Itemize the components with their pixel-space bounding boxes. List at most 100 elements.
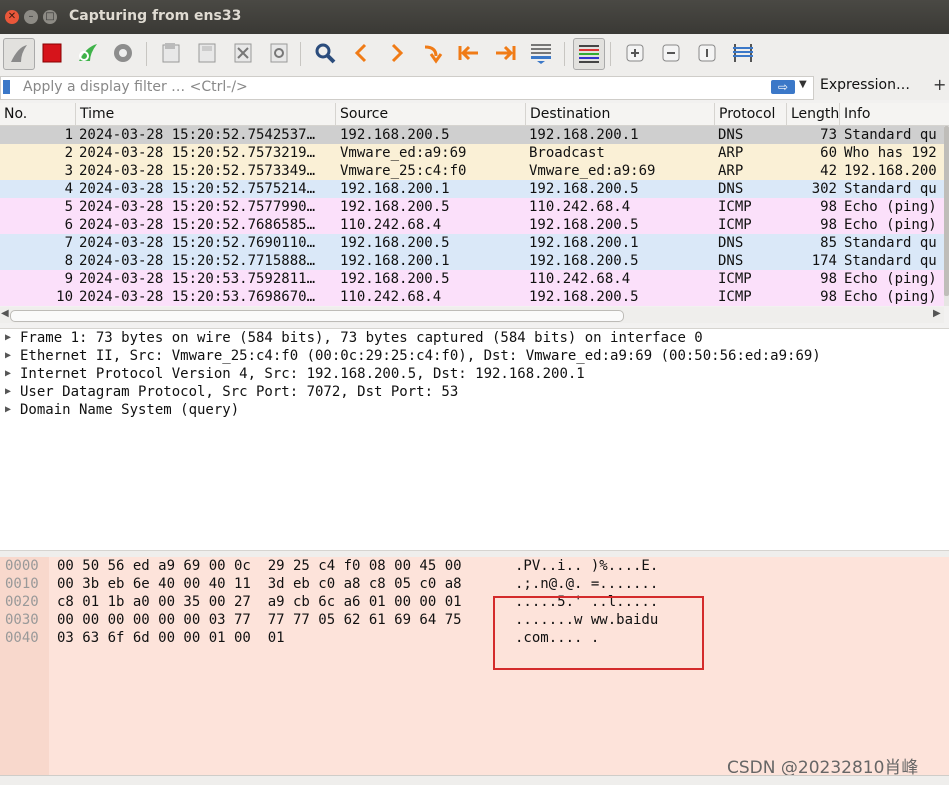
close-file-icon[interactable] <box>228 38 258 68</box>
packet-row[interactable]: 8 2024-03-28 15:20:52.7715888… 192.168.200… <box>0 252 944 270</box>
column-header-info[interactable]: Info <box>840 103 949 125</box>
close-icon[interactable]: ✕ <box>5 10 19 24</box>
detail-label: Internet Protocol Version 4, Src: 192.16… <box>20 366 585 382</box>
ascii-bytes[interactable]: .;.n@.@. =....... <box>515 575 658 593</box>
shark-fin-start-icon[interactable] <box>3 38 35 70</box>
toolbar-separator <box>564 42 565 66</box>
packet-source-cell: Vmware_ed:a9:69 <box>340 145 467 161</box>
apply-filter-arrow-icon[interactable]: ⇨ <box>771 80 795 94</box>
packet-row[interactable]: 4 2024-03-28 15:20:52.7575214… 192.168.200… <box>0 180 944 198</box>
expression-button[interactable]: Expression… <box>820 77 910 93</box>
auto-scroll-icon[interactable] <box>526 38 556 68</box>
toolbar-separator <box>300 42 301 66</box>
packet-row[interactable]: 3 2024-03-28 15:20:52.7573349… Vmware_25:c… <box>0 162 944 180</box>
display-filter-input[interactable]: Apply a display filter … <Ctrl-/> ⇨ ▼ <box>0 76 814 100</box>
expand-arrow-icon[interactable]: ▶ <box>5 329 11 347</box>
packet-protocol-cell: DNS <box>718 235 744 251</box>
scroll-right-icon[interactable]: ▶ <box>933 308 941 319</box>
packet-no-cell: 5 <box>64 199 73 215</box>
packet-bytes-pane: 0000 00 50 56 ed a9 69 00 0c 29 25 c4 f0 … <box>0 557 949 775</box>
packet-time-cell: 2024-03-28 15:20:52.7577990… <box>79 199 316 215</box>
expand-arrow-icon[interactable]: ▶ <box>5 401 11 419</box>
reload-file-icon[interactable] <box>264 38 294 68</box>
packet-protocol-cell: DNS <box>718 127 744 143</box>
byte-offset[interactable]: 0040 <box>5 629 39 647</box>
packet-info-cell: Echo (ping) <box>844 271 937 287</box>
packet-row[interactable]: 5 2024-03-28 15:20:52.7577990… 192.168.200… <box>0 198 944 216</box>
find-packet-icon[interactable] <box>310 38 340 68</box>
scrollbar-thumb[interactable] <box>10 310 624 322</box>
chevron-down-icon[interactable]: ▼ <box>799 79 807 90</box>
byte-offset[interactable]: 0010 <box>5 575 39 593</box>
column-header-source[interactable]: Source <box>336 103 526 125</box>
go-back-icon[interactable] <box>346 38 376 68</box>
packet-row[interactable]: 1 2024-03-28 15:20:52.7542537… 192.168.200… <box>0 126 944 144</box>
resize-columns-icon[interactable] <box>728 38 758 68</box>
title-bar: ✕ – □ Capturing from ens33 <box>0 0 949 34</box>
main-toolbar <box>0 34 949 75</box>
zoom-in-icon[interactable] <box>620 38 650 68</box>
stop-capture-icon[interactable] <box>37 38 67 68</box>
packet-no-cell: 8 <box>64 253 73 269</box>
packet-info-cell: Standard qu <box>844 235 937 251</box>
expand-arrow-icon[interactable]: ▶ <box>5 365 11 383</box>
packet-list[interactable]: 1 2024-03-28 15:20:52.7542537… 192.168.200… <box>0 126 944 306</box>
packet-time-cell: 2024-03-28 15:20:53.7698670… <box>79 289 316 305</box>
column-header-no[interactable]: No. <box>0 103 76 125</box>
packet-row[interactable]: 2 2024-03-28 15:20:52.7573219… Vmware_ed:a… <box>0 144 944 162</box>
maximize-icon[interactable]: □ <box>43 10 57 24</box>
detail-tree-item[interactable]: ▶ Internet Protocol Version 4, Src: 192.1… <box>0 365 949 383</box>
detail-label: User Datagram Protocol, Src Port: 7072, … <box>20 384 459 400</box>
packet-destination-cell: 192.168.200.5 <box>529 217 639 233</box>
column-header-protocol[interactable]: Protocol <box>715 103 787 125</box>
last-packet-icon[interactable] <box>490 38 520 68</box>
minimize-icon[interactable]: – <box>24 10 38 24</box>
packet-time-cell: 2024-03-28 15:20:53.7592811… <box>79 271 316 287</box>
detail-label: Frame 1: 73 bytes on wire (584 bits), 73… <box>20 330 703 346</box>
byte-offset[interactable]: 0000 <box>5 557 39 575</box>
packet-source-cell: 192.168.200.1 <box>340 181 450 197</box>
packet-row[interactable]: 7 2024-03-28 15:20:52.7690110… 192.168.200… <box>0 234 944 252</box>
open-file-icon[interactable] <box>156 38 186 68</box>
packet-row[interactable]: 6 2024-03-28 15:20:52.7686585… 110.242.68.… <box>0 216 944 234</box>
hex-bytes[interactable]: 00 00 00 00 00 00 03 77 77 77 05 62 61 6… <box>57 611 462 629</box>
column-header-time[interactable]: Time <box>76 103 336 125</box>
byte-offset[interactable]: 0030 <box>5 611 39 629</box>
capture-options-icon[interactable] <box>108 38 138 68</box>
hex-bytes[interactable]: 00 50 56 ed a9 69 00 0c 29 25 c4 f0 08 0… <box>57 557 462 575</box>
detail-tree-item[interactable]: ▶ User Datagram Protocol, Src Port: 7072,… <box>0 383 949 401</box>
go-to-packet-icon[interactable] <box>418 38 448 68</box>
ascii-bytes[interactable]: .PV..i.. )%....E. <box>515 557 658 575</box>
hex-bytes[interactable]: c8 01 1b a0 00 35 00 27 a9 cb 6c a6 01 0… <box>57 593 462 611</box>
save-file-icon[interactable] <box>192 38 222 68</box>
restart-capture-icon[interactable] <box>73 38 103 68</box>
packet-list-vertical-scrollbar[interactable] <box>944 126 949 306</box>
first-packet-icon[interactable] <box>454 38 484 68</box>
colorize-icon[interactable] <box>573 38 605 70</box>
column-header-destination[interactable]: Destination <box>526 103 715 125</box>
expand-arrow-icon[interactable]: ▶ <box>5 347 11 365</box>
normal-size-icon[interactable] <box>692 38 722 68</box>
toolbar-separator <box>610 42 611 66</box>
add-filter-button[interactable]: + <box>933 75 946 94</box>
detail-tree-item[interactable]: ▶ Domain Name System (query) <box>0 401 949 419</box>
column-header-length[interactable]: Length <box>787 103 840 125</box>
hex-bytes[interactable]: 00 3b eb 6e 40 00 40 11 3d eb c0 a8 c8 0… <box>57 575 462 593</box>
bookmark-icon[interactable] <box>3 80 10 94</box>
scroll-left-icon[interactable]: ◀ <box>1 308 9 319</box>
hex-bytes[interactable]: 03 63 6f 6d 00 00 01 00 01 <box>57 629 285 647</box>
packet-source-cell: 110.242.68.4 <box>340 289 442 305</box>
byte-offset[interactable]: 0020 <box>5 593 39 611</box>
scrollbar-thumb[interactable] <box>944 126 949 296</box>
packet-no-cell: 3 <box>64 163 73 179</box>
packet-row[interactable]: 10 2024-03-28 15:20:53.7698670… 110.242.68… <box>0 288 944 306</box>
detail-tree-item[interactable]: ▶ Ethernet II, Src: Vmware_25:c4:f0 (00:0… <box>0 347 949 365</box>
detail-tree-item[interactable]: ▶ Frame 1: 73 bytes on wire (584 bits), 7… <box>0 329 949 347</box>
packet-row[interactable]: 9 2024-03-28 15:20:53.7592811… 192.168.200… <box>0 270 944 288</box>
packet-list-horizontal-scrollbar[interactable]: ◀ ▶ <box>0 307 944 323</box>
expand-arrow-icon[interactable]: ▶ <box>5 383 11 401</box>
packet-time-cell: 2024-03-28 15:20:52.7542537… <box>79 127 316 143</box>
zoom-out-icon[interactable] <box>656 38 686 68</box>
go-forward-icon[interactable] <box>382 38 412 68</box>
packet-protocol-cell: ICMP <box>718 289 752 305</box>
